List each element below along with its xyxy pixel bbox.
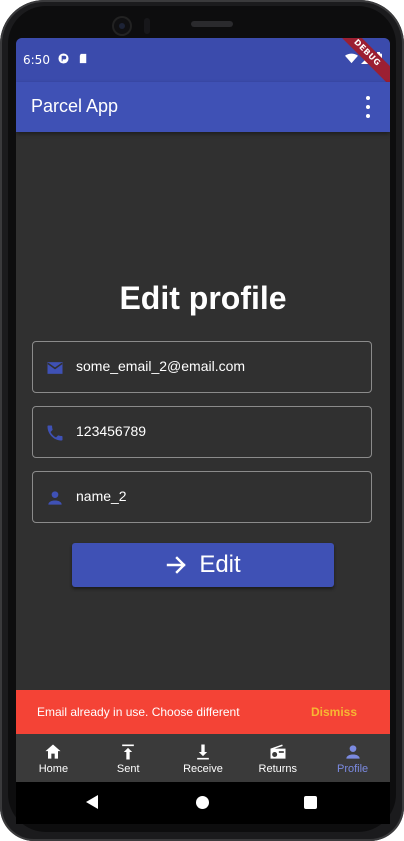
nav-item-sent[interactable]: Sent — [91, 734, 166, 782]
nav-label-sent: Sent — [116, 763, 140, 775]
download-icon — [197, 744, 209, 760]
nav-label-receive: Receive — [183, 763, 223, 775]
more-vert-dot — [366, 114, 370, 118]
bottom-navigation: Home Sent Receive Returns Profile — [16, 734, 390, 782]
snackbar: Email already in use. Choose different D… — [16, 690, 390, 734]
home-icon — [45, 744, 61, 759]
name-value: name_2 — [76, 488, 127, 504]
status-bar: 6:50 DEBUG — [16, 38, 390, 90]
dismiss-button[interactable]: Dismiss — [311, 705, 357, 719]
email-field[interactable]: some_email_2@email.com — [32, 341, 372, 393]
sd-card-icon — [79, 53, 87, 64]
overflow-menu-button[interactable] — [358, 96, 378, 118]
edit-button[interactable]: Edit — [72, 543, 334, 587]
person-icon — [48, 491, 62, 505]
radio-icon — [270, 744, 286, 759]
recent-apps-icon[interactable] — [304, 796, 317, 809]
nav-item-home[interactable]: Home — [16, 734, 91, 782]
app-bar: Parcel App — [16, 82, 390, 132]
app-title: Parcel App — [31, 96, 119, 116]
upload-icon — [122, 744, 135, 760]
snackbar-message: Email already in use. Choose different — [37, 705, 240, 719]
front-camera — [114, 18, 130, 34]
nav-item-receive[interactable]: Receive — [166, 734, 241, 782]
edit-button-label: Edit — [199, 551, 241, 578]
nav-label-home: Home — [38, 763, 69, 775]
person-icon — [345, 745, 360, 759]
phone-field[interactable]: 123456789 — [32, 406, 372, 458]
status-time: 6:50 — [23, 53, 50, 67]
system-navigation-bar — [16, 782, 390, 824]
page-title: Edit profile — [119, 280, 287, 316]
more-vert-dot — [366, 105, 370, 109]
home-button-icon[interactable] — [196, 796, 209, 809]
phone-icon — [47, 425, 63, 441]
back-icon[interactable] — [86, 795, 98, 809]
phone-value: 123456789 — [76, 423, 147, 439]
play-protect-icon — [58, 53, 69, 64]
arrow-right-icon — [167, 556, 187, 574]
sensor — [144, 18, 150, 34]
phone-frame: 6:50 DEBUG Parcel App Edit profile some_… — [0, 0, 404, 841]
nav-item-profile[interactable]: Profile — [315, 734, 390, 782]
more-vert-icon — [366, 96, 370, 100]
wifi-icon — [345, 53, 358, 63]
name-field[interactable]: name_2 — [32, 471, 372, 523]
email-value: some_email_2@email.com — [76, 358, 246, 374]
earpiece-speaker — [191, 21, 233, 27]
screen: 6:50 DEBUG Parcel App Edit profile some_… — [16, 38, 390, 824]
nav-label-returns: Returns — [258, 763, 298, 775]
nav-item-returns[interactable]: Returns — [240, 734, 315, 782]
nav-label-profile: Profile — [336, 763, 369, 775]
email-icon — [47, 362, 63, 374]
